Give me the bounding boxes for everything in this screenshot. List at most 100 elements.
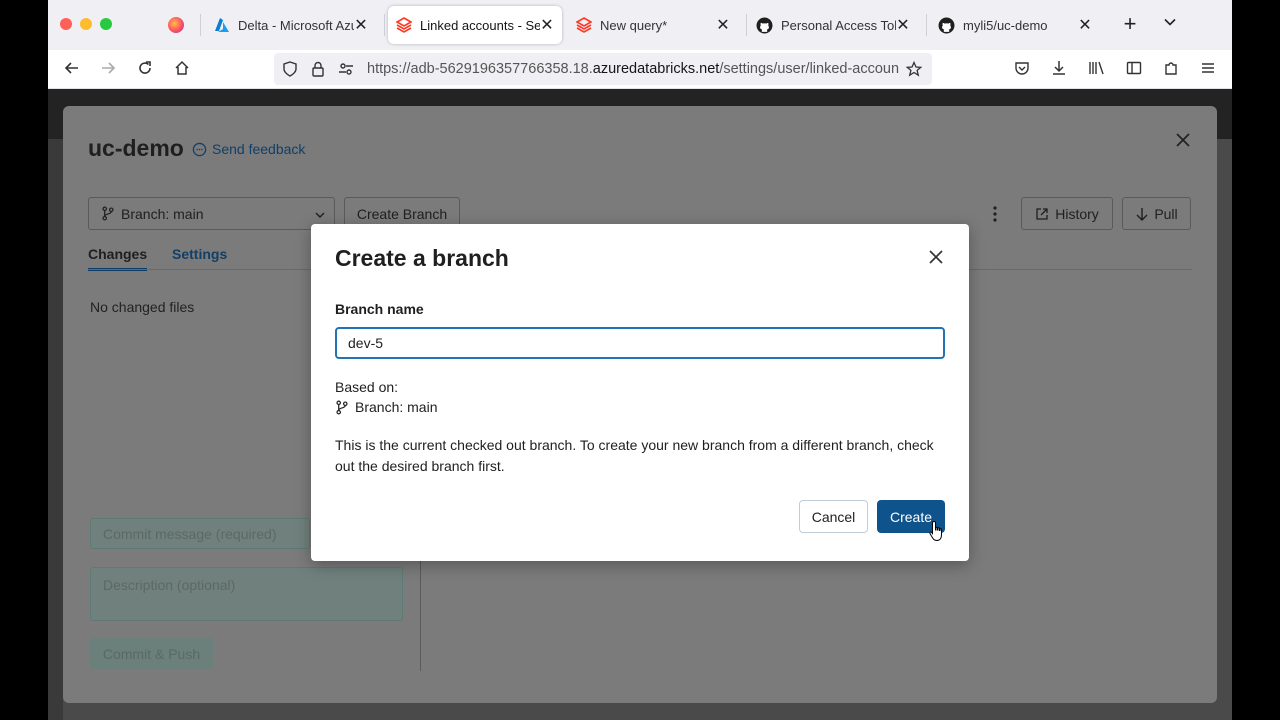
url-prefix: https://adb-5629196357766358.18. bbox=[367, 61, 593, 77]
description-placeholder: Description (optional) bbox=[103, 577, 236, 593]
commit-push-label: Commit & Push bbox=[102, 645, 201, 662]
hamburger-icon bbox=[1202, 63, 1214, 73]
modal-description: This is the current checked out branch. … bbox=[335, 437, 934, 474]
branch-select-label: Branch: main bbox=[121, 205, 204, 222]
close-icon[interactable]: ✕ bbox=[1078, 15, 1092, 35]
sidebar-button[interactable] bbox=[1122, 56, 1146, 80]
commit-push-button[interactable]: Commit & Push bbox=[90, 638, 213, 669]
close-icon[interactable]: ✕ bbox=[896, 15, 910, 35]
close-icon[interactable]: ✕ bbox=[716, 15, 730, 35]
arrow-left-icon bbox=[64, 62, 78, 74]
zoom-window-button[interactable] bbox=[100, 18, 112, 30]
arrow-right-icon bbox=[102, 62, 116, 74]
downloads-button[interactable] bbox=[1047, 56, 1071, 80]
panel-divider bbox=[420, 561, 421, 671]
branch-select[interactable]: Branch: main bbox=[88, 197, 335, 230]
extensions-button[interactable] bbox=[1159, 56, 1183, 80]
pocket-button[interactable] bbox=[1010, 56, 1034, 80]
firefox-icon[interactable] bbox=[168, 17, 184, 33]
modal-title: Create a branch bbox=[335, 245, 509, 271]
back-button[interactable] bbox=[60, 56, 84, 80]
bookmark-star-icon[interactable] bbox=[906, 61, 922, 77]
tab-title: Personal Access Tokens bbox=[781, 17, 896, 33]
branch-icon bbox=[336, 400, 348, 414]
reload-icon bbox=[139, 61, 151, 74]
list-all-tabs-button[interactable] bbox=[1162, 14, 1182, 34]
tab-personal-access-tokens[interactable]: Personal Access Tokens ✕ bbox=[748, 6, 918, 44]
tab-strip: Delta - Microsoft Azure ✕ Linked account… bbox=[48, 0, 1232, 50]
azure-icon bbox=[215, 18, 229, 32]
home-icon bbox=[175, 60, 189, 75]
puzzle-icon bbox=[1165, 62, 1177, 75]
pocket-icon bbox=[1015, 62, 1029, 75]
based-on-branch: Branch: main bbox=[335, 399, 437, 415]
url-bar[interactable]: https://adb-5629196357766358.18.azuredat… bbox=[274, 53, 932, 85]
create-label: Create bbox=[889, 508, 933, 525]
tab-settings[interactable]: Settings bbox=[172, 246, 227, 262]
minimize-window-button[interactable] bbox=[80, 18, 92, 30]
tab-title: Linked accounts - Settings bbox=[420, 17, 540, 33]
url-text: https://adb-5629196357766358.18.azuredat… bbox=[367, 61, 899, 77]
sidebar-icon bbox=[1126, 61, 1142, 75]
branch-name-label: Branch name bbox=[335, 301, 424, 317]
close-icon[interactable]: ✕ bbox=[540, 15, 554, 35]
no-changes-text: No changed files bbox=[90, 299, 195, 315]
tab-title: myli5/uc-demo bbox=[963, 17, 1048, 33]
tab-uc-demo[interactable]: myli5/uc-demo ✕ bbox=[930, 6, 1100, 44]
history-button[interactable]: History bbox=[1021, 197, 1113, 230]
new-tab-button[interactable]: + bbox=[1120, 13, 1140, 35]
lock-icon bbox=[312, 61, 324, 77]
cancel-label: Cancel bbox=[811, 508, 856, 525]
url-path: /settings/user/linked-accounts bbox=[719, 61, 899, 77]
tab-azure[interactable]: Delta - Microsoft Azure ✕ bbox=[206, 6, 376, 44]
close-window-button[interactable] bbox=[60, 18, 72, 30]
close-icon[interactable]: ✕ bbox=[354, 15, 368, 35]
tab-changes[interactable]: Changes bbox=[88, 246, 148, 271]
close-icon[interactable] bbox=[925, 246, 947, 268]
github-icon bbox=[938, 17, 955, 33]
repo-title: uc-demo bbox=[88, 135, 184, 161]
chevron-down-icon bbox=[315, 212, 325, 218]
description-input[interactable]: Description (optional) bbox=[90, 567, 403, 621]
based-on-branch-label: Branch: main bbox=[355, 399, 438, 415]
url-domain: azuredatabricks.net bbox=[592, 61, 720, 77]
commit-message-placeholder: Commit message (required) bbox=[103, 526, 277, 542]
library-icon bbox=[1089, 61, 1104, 75]
branch-icon bbox=[102, 206, 114, 221]
history-label: History bbox=[1055, 205, 1099, 222]
create-branch-label: Create Branch bbox=[356, 205, 448, 222]
hand-cursor-icon bbox=[929, 520, 942, 542]
pull-button[interactable]: Pull bbox=[1122, 197, 1191, 230]
more-options-icon[interactable] bbox=[991, 205, 999, 223]
based-on-label: Based on: bbox=[335, 379, 399, 395]
chevron-down-icon bbox=[1164, 18, 1176, 26]
github-icon bbox=[756, 17, 773, 33]
forward-button[interactable] bbox=[96, 56, 120, 80]
chat-icon bbox=[192, 142, 207, 156]
tab-linked-accounts[interactable]: Linked accounts - Settings ✕ bbox=[388, 6, 562, 44]
tab-settings-label: Settings bbox=[172, 246, 228, 262]
reload-button[interactable] bbox=[133, 56, 157, 80]
navigation-toolbar: https://adb-5629196357766358.18.azuredat… bbox=[48, 50, 1232, 89]
tab-changes-label: Changes bbox=[88, 246, 148, 262]
menu-button[interactable] bbox=[1196, 56, 1220, 80]
send-feedback-label: Send feedback bbox=[212, 141, 306, 157]
tab-title: New query* bbox=[600, 17, 668, 33]
external-link-icon bbox=[1036, 207, 1048, 220]
branch-name-input[interactable] bbox=[335, 327, 945, 359]
cancel-button[interactable]: Cancel bbox=[799, 500, 868, 533]
pull-label: Pull bbox=[1154, 205, 1178, 222]
commit-message-input[interactable]: Commit message (required) bbox=[90, 518, 310, 549]
library-button[interactable] bbox=[1085, 56, 1109, 80]
tab-new-query[interactable]: New query* ✕ bbox=[568, 6, 738, 44]
download-icon bbox=[1053, 61, 1065, 75]
shield-icon bbox=[283, 61, 297, 77]
permissions-icon bbox=[339, 63, 353, 75]
close-icon[interactable] bbox=[1175, 132, 1191, 148]
arrow-down-icon bbox=[1136, 207, 1148, 221]
databricks-icon bbox=[576, 17, 592, 33]
home-button[interactable] bbox=[170, 56, 194, 80]
send-feedback-link[interactable]: Send feedback bbox=[192, 141, 305, 157]
workspace-sidebar-strip bbox=[48, 139, 63, 720]
databricks-icon bbox=[396, 17, 412, 33]
